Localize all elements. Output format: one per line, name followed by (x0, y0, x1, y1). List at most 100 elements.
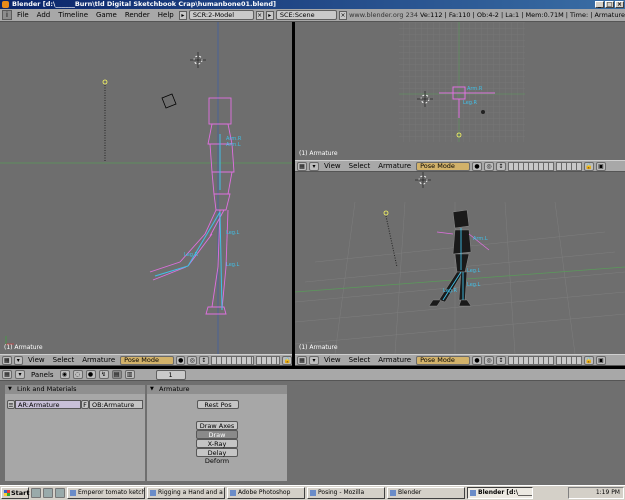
tr-menu-armature[interactable]: Armature (375, 162, 414, 170)
tr-mode-select[interactable]: Pose Mode (416, 161, 470, 171)
br-mode-select[interactable]: Pose Mode (416, 355, 470, 365)
quicklaunch-browser-icon[interactable] (43, 488, 53, 498)
draw-type-icon[interactable]: ● (175, 355, 186, 365)
layer-buttons[interactable] (210, 355, 254, 365)
left-mode-select[interactable]: Pose Mode (120, 355, 174, 365)
scene-context-icon[interactable]: ▥ (124, 370, 135, 379)
window-type-icon[interactable]: ▦ (2, 355, 12, 365)
link-materials-panel: Link and Materials ≡ AR:Armature F OB:Ar… (5, 385, 145, 481)
manipulator-icon[interactable]: ↕ (495, 161, 506, 171)
task-photoshop[interactable]: Adobe Photoshop (227, 487, 305, 499)
link-materials-title[interactable]: Link and Materials (5, 385, 145, 394)
tr-menu-select[interactable]: Select (346, 162, 374, 170)
task-posing-mozilla[interactable]: Posing - Mozilla (307, 487, 385, 499)
armature-panel-title[interactable]: Armature (147, 385, 287, 394)
editing-context-icon[interactable]: ▤ (111, 370, 122, 379)
task-rigging-hand[interactable]: Rigging a Hand and a Foo... (147, 487, 225, 499)
tr-menu-view[interactable]: View (321, 162, 344, 170)
layer-buttons-2[interactable] (255, 355, 281, 365)
draw-names-button[interactable]: Draw Names (196, 430, 238, 447)
clock[interactable]: 1:19 PM (596, 489, 620, 496)
collapse-menu-icon[interactable]: ▾ (13, 355, 24, 365)
scene-browse-button[interactable]: ▸ (265, 10, 274, 20)
scene-delete-button[interactable]: × (338, 10, 348, 20)
collapse-menu-icon[interactable]: ▾ (309, 355, 319, 365)
close-button[interactable]: × (615, 1, 624, 8)
menu-help[interactable]: Help (155, 11, 177, 19)
pivot-icon[interactable]: ◎ (483, 355, 494, 365)
windows-taskbar: Start Emperor tomato ketchup Rigging a H… (0, 485, 625, 500)
window-type-icon[interactable]: ▦ (297, 355, 307, 365)
object-context-icon[interactable]: ↯ (98, 370, 109, 379)
left-menu-armature[interactable]: Armature (79, 356, 118, 364)
svg-text:Arm.L: Arm.L (226, 142, 241, 148)
area-splitter[interactable] (292, 22, 295, 369)
lock-icon[interactable]: 🔒 (282, 355, 292, 365)
buttons-window-header: ▦ ▾ Panels ◉ ◌ ● ↯ ▤ ▥ 1 (0, 369, 625, 381)
manipulator-icon[interactable]: ↕ (199, 355, 209, 365)
bottom-right-3d-viewport[interactable]: Arm.L Leg.L Leg.L Leg.R (1) Armature (295, 172, 625, 354)
menu-render[interactable]: Render (122, 11, 153, 19)
quicklaunch-desktop-icon[interactable] (31, 488, 41, 498)
lock-icon[interactable]: 🔒 (583, 161, 594, 171)
minimize-button[interactable]: _ (595, 1, 604, 8)
start-button[interactable]: Start (1, 487, 30, 499)
blender-org-link[interactable]: www.blender.org 234 (349, 11, 418, 19)
screen-delete-button[interactable]: × (255, 10, 264, 20)
logic-context-icon[interactable]: ◉ (59, 370, 70, 379)
maximize-button[interactable]: □ (605, 1, 614, 8)
br-menu-armature[interactable]: Armature (375, 356, 414, 364)
br-menu-view[interactable]: View (321, 356, 344, 364)
armature-name-field[interactable]: AR:Armature (15, 400, 81, 409)
pivot-icon[interactable]: ◎ (483, 161, 494, 171)
blender-app-icon (2, 1, 9, 8)
screen-field[interactable]: SCR:2-Model (188, 10, 254, 20)
manipulator-icon[interactable]: ↕ (495, 355, 506, 365)
screen-browse-button[interactable]: ▸ (178, 10, 187, 20)
draw-type-icon[interactable]: ● (471, 161, 482, 171)
menu-timeline[interactable]: Timeline (55, 11, 91, 19)
task-blender-active[interactable]: Blender [d:\______... (467, 487, 533, 499)
delay-deform-button[interactable]: Delay Deform (196, 448, 238, 465)
top-right-3d-viewport[interactable]: Arm.R Leg.R (1) Armature (295, 22, 625, 160)
quicklaunch-media-icon[interactable] (55, 488, 65, 498)
rest-pos-button[interactable]: Rest Pos (197, 400, 239, 409)
frame-field[interactable]: 1 (155, 369, 186, 380)
task-emperor-tomato[interactable]: Emperor tomato ketchup (67, 487, 145, 499)
bottom-right-viewport-scene: Arm.L Leg.L Leg.L Leg.R (295, 172, 625, 354)
menu-game[interactable]: Game (93, 11, 120, 19)
menu-add[interactable]: Add (34, 11, 54, 19)
menu-file[interactable]: File (14, 11, 32, 19)
shading-context-icon[interactable]: ● (85, 370, 96, 379)
render-icon[interactable]: ▣ (595, 161, 606, 171)
collapse-menu-icon[interactable]: ▾ (309, 161, 319, 171)
left-3d-viewport[interactable]: Arm.R Arm.L Leg.L Leg.L Leg.R (1) Armatu… (0, 22, 292, 354)
window-type-icon[interactable]: ▦ (2, 370, 12, 379)
panels-menu[interactable]: Panels (28, 371, 57, 379)
layer-buttons-2[interactable] (555, 161, 582, 171)
lock-icon[interactable]: 🔒 (583, 355, 594, 365)
window-type-icon[interactable]: ▦ (297, 161, 307, 171)
render-icon[interactable]: ▣ (595, 355, 606, 365)
scene-field[interactable]: SCE:Scene (275, 10, 337, 20)
br-menu-select[interactable]: Select (346, 356, 374, 364)
info-window-type-icon[interactable]: i (2, 10, 12, 20)
collapse-menu-icon[interactable]: ▾ (15, 370, 25, 379)
script-context-icon[interactable]: ◌ (72, 370, 83, 379)
draw-axes-button[interactable]: Draw Axes (196, 421, 238, 430)
object-name-field[interactable]: OB:Armature (89, 400, 143, 409)
task-blender[interactable]: Blender (387, 487, 465, 499)
xray-button[interactable]: X-Ray (196, 439, 238, 448)
top-right-viewport-label: (1) Armature (299, 150, 338, 157)
ar-browse-button[interactable]: ≡ (7, 400, 15, 409)
layer-buttons[interactable] (507, 355, 554, 365)
layer-buttons[interactable] (507, 161, 554, 171)
svg-text:Leg.R: Leg.R (463, 100, 478, 106)
bottom-right-viewport-header: ▦ ▾ View Select Armature Pose Mode ● ◎ ↕… (295, 354, 625, 366)
pivot-icon[interactable]: ◎ (187, 355, 197, 365)
draw-type-icon[interactable]: ● (471, 355, 482, 365)
fake-user-button[interactable]: F (81, 400, 89, 409)
left-menu-view[interactable]: View (25, 356, 48, 364)
left-menu-select[interactable]: Select (50, 356, 78, 364)
layer-buttons-2[interactable] (555, 355, 582, 365)
